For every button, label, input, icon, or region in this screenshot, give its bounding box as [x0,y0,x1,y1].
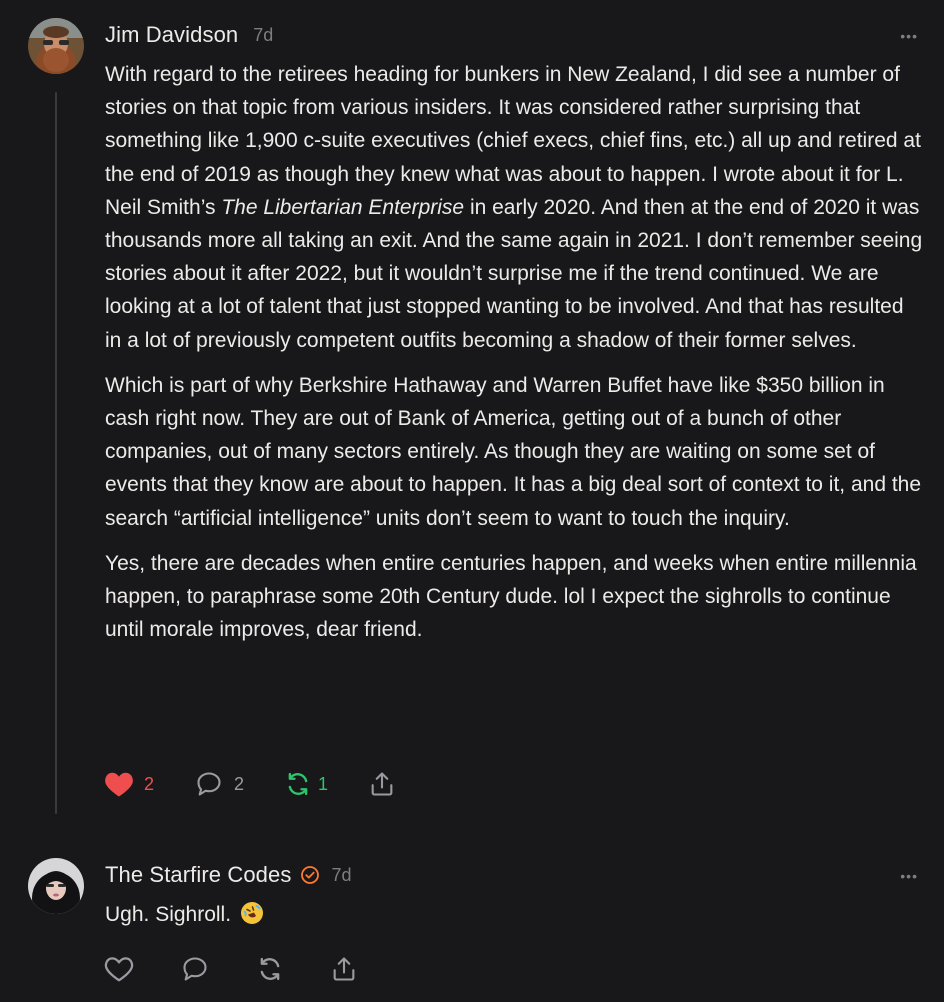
more-options-icon[interactable]: ••• [900,29,918,43]
verified-badge-icon [300,865,320,885]
like-button[interactable]: 2 [104,770,154,798]
reply-button[interactable]: 2 [194,770,244,798]
reply-button[interactable] [180,955,210,983]
avatar-starfire-codes[interactable] [28,858,84,914]
author-name[interactable]: Jim Davidson [105,22,238,48]
restack-button[interactable]: 1 [284,770,328,798]
comment-paragraph: Ugh. Sighroll. [105,898,924,931]
comment-actions [104,955,398,983]
paragraph-text: Ugh. Sighroll. [105,903,232,926]
restack-count: 1 [318,773,329,794]
comment-paragraph: Which is part of why Berkshire Hathaway … [105,373,922,530]
reply-count: 2 [234,773,245,794]
restack-icon [284,770,312,798]
more-options-icon[interactable]: ••• [900,869,918,883]
heart-outline-icon [104,955,134,983]
comment-paragraph: With regard to the retirees heading for … [105,58,924,357]
comment-bubble-icon [180,955,210,983]
thread-line [55,92,57,814]
share-button[interactable] [330,955,358,983]
rolling-on-floor-laughing-emoji-icon [240,902,263,924]
comment-header: The Starfire Codes 7d [105,860,351,890]
publication-title: The Libertarian Enterprise [221,195,465,219]
like-button[interactable] [104,955,134,983]
restack-button[interactable] [256,955,284,983]
share-button[interactable] [368,770,396,798]
restack-icon [256,955,284,983]
share-icon [368,770,396,798]
like-count: 2 [144,773,155,794]
comment-bubble-icon [194,770,224,798]
author-name[interactable]: The Starfire Codes [105,862,291,888]
comment-body: With regard to the retirees heading for … [105,58,924,658]
paragraph-text: in early 2020. And then at the end of 20… [105,195,923,352]
comment-paragraph: Yes, there are decades when entire centu… [105,551,917,642]
comment-header: Jim Davidson 7d [105,20,273,50]
timestamp[interactable]: 7d [331,865,351,886]
share-icon [330,955,358,983]
comment-body: Ugh. Sighroll. [105,898,924,943]
comment-actions: 2 2 1 [104,770,436,798]
heart-filled-icon [104,770,134,798]
timestamp[interactable]: 7d [253,25,273,46]
avatar-jim-davidson[interactable] [28,18,84,74]
